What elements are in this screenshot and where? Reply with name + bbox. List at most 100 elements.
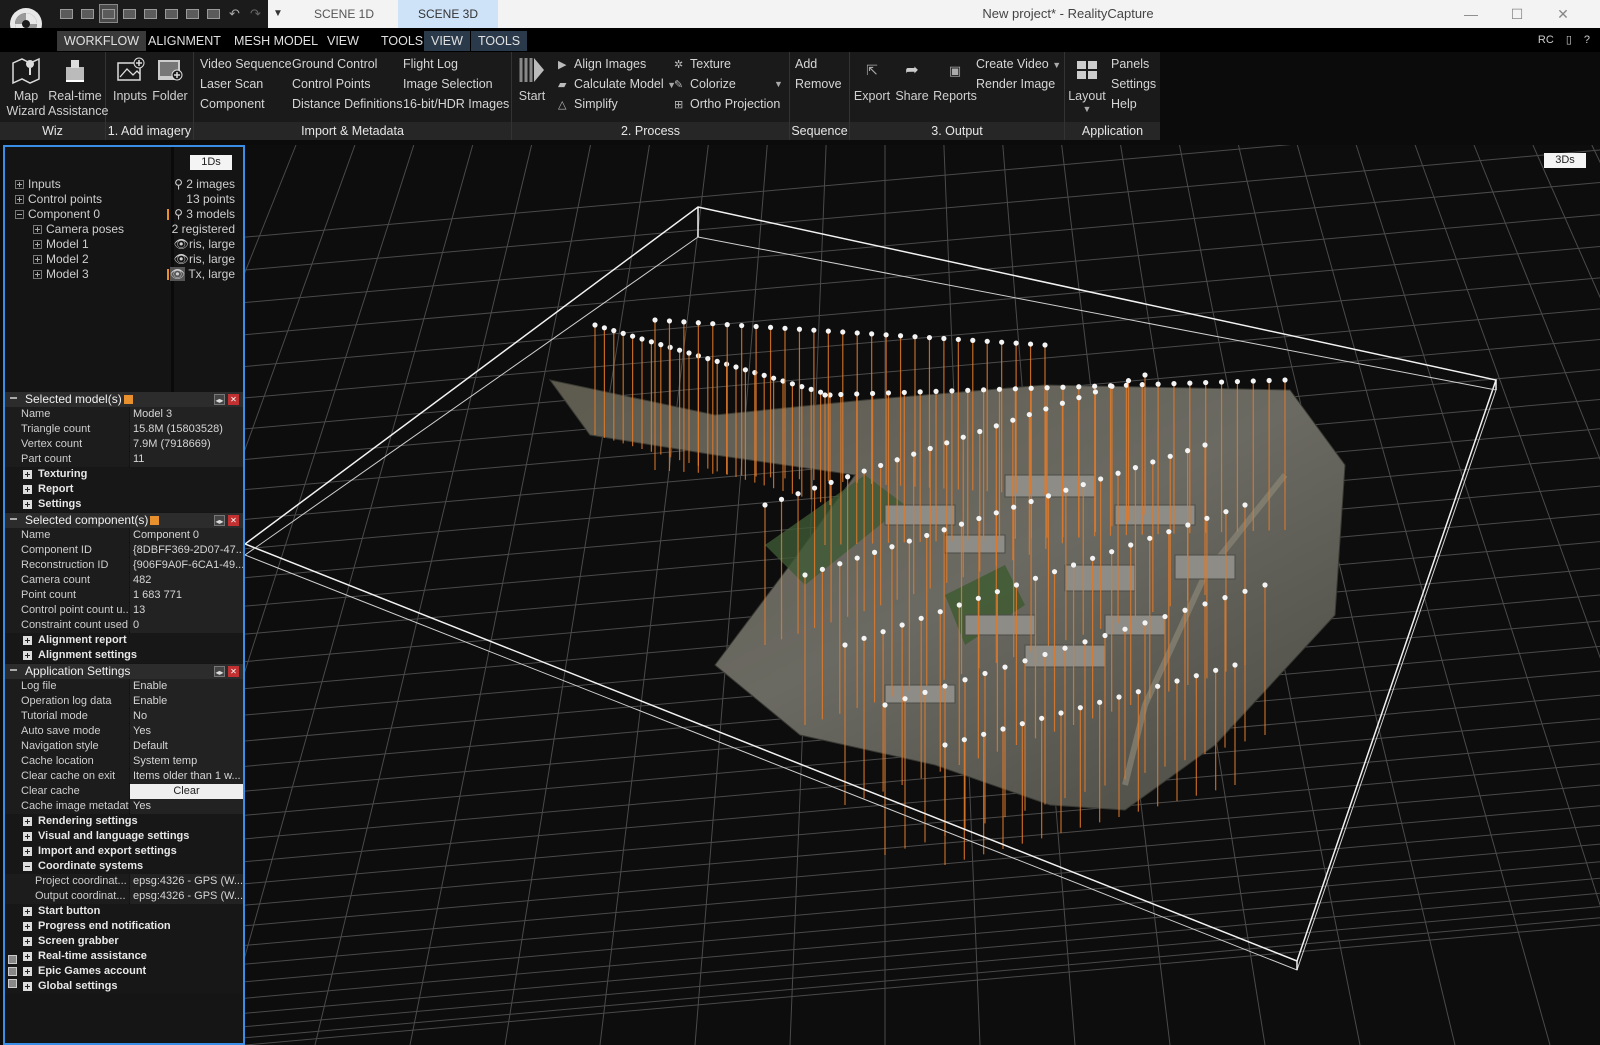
group-global-settings[interactable]: Global settings — [5, 979, 243, 994]
group-visual-language-settings[interactable]: Visual and language settings — [5, 829, 243, 844]
ortho-projection-button[interactable]: ⊞ Ortho Projection — [674, 96, 780, 113]
selected-components-header[interactable]: Selected component(s) ◂▸ ✕ — [5, 513, 243, 528]
laser-scan-button[interactable]: Laser Scan — [200, 76, 263, 92]
simplify-button[interactable]: △ Simplify — [558, 96, 618, 113]
help-icon[interactable]: ? — [1584, 31, 1590, 49]
layout-4-icon[interactable] — [121, 5, 138, 22]
tree-row-model-2[interactable]: Model 2 👁ris, large — [5, 252, 243, 267]
expand-all-icon[interactable] — [8, 955, 17, 964]
settings-button[interactable]: Settings — [1111, 76, 1156, 92]
tree-row-inputs[interactable]: Inputs ⚲ 2 images — [5, 177, 243, 192]
prop-value[interactable]: 1 683 771 — [130, 588, 243, 603]
layout-5-icon[interactable] — [142, 5, 159, 22]
menu-view[interactable]: VIEW — [320, 31, 366, 51]
collapse-icon[interactable] — [15, 210, 24, 219]
prop-value[interactable]: Component 0 — [130, 528, 243, 543]
scene-3d-viewport[interactable]: 3Ds — [245, 145, 1600, 1045]
colorize-button[interactable]: ✎ Colorize — [674, 76, 736, 93]
tab-scene-1d[interactable]: SCENE 1D — [294, 0, 394, 28]
maximize-icon[interactable]: ☐ — [1494, 0, 1540, 28]
expand-icon[interactable] — [23, 907, 32, 916]
menu-context-view[interactable]: VIEW — [424, 31, 470, 51]
tree-row-control-points[interactable]: Control points 13 points — [5, 192, 243, 207]
view-toggle-3ds[interactable]: 3Ds — [1544, 153, 1586, 168]
tree-row-camera-poses[interactable]: Camera poses 2 registered — [5, 222, 243, 237]
realtime-assistance-button[interactable]: Real-time Assistance — [48, 54, 108, 119]
map-wizard-button[interactable]: Map Wizard — [4, 54, 48, 119]
group-screen-grabber[interactable]: Screen grabber — [5, 934, 243, 949]
menu-alignment[interactable]: ALIGNMENT — [141, 31, 228, 51]
expand-icon[interactable] — [23, 651, 32, 660]
prop-value[interactable]: 482 — [130, 573, 243, 588]
colorize-dropdown-icon[interactable]: ▼ — [774, 76, 783, 92]
undo-icon[interactable]: ↶ — [226, 5, 243, 22]
application-settings-header[interactable]: Application Settings ◂▸ ✕ — [5, 664, 243, 679]
menu-workflow[interactable]: WORKFLOW — [57, 31, 146, 51]
close-icon[interactable]: ✕ — [228, 515, 239, 526]
dock-icon[interactable]: ◂▸ — [214, 394, 225, 405]
prop-value[interactable]: Items older than 1 w... — [130, 769, 243, 784]
group-alignment-settings[interactable]: Alignment settings — [5, 648, 243, 663]
group-import-export-settings[interactable]: Import and export settings — [5, 844, 243, 859]
control-points-button[interactable]: Control Points — [292, 76, 371, 92]
group-epic-games-account[interactable]: Epic Games account — [5, 964, 243, 979]
prop-value[interactable]: Enable — [130, 679, 243, 694]
flight-log-button[interactable]: Flight Log — [403, 56, 458, 72]
sequence-remove-button[interactable]: Remove — [795, 76, 842, 92]
texture-button[interactable]: ✲ Texture — [674, 56, 731, 73]
group-texturing[interactable]: Texturing — [5, 467, 243, 482]
prop-value[interactable]: 11 — [130, 452, 243, 467]
selected-models-header[interactable]: Selected model(s) ◂▸ ✕ — [5, 392, 243, 407]
expand-icon[interactable] — [33, 270, 42, 279]
layout-7-icon[interactable] — [184, 5, 201, 22]
video-sequence-button[interactable]: Video Sequence — [200, 56, 292, 72]
prop-value[interactable]: epsg:4326 - GPS (W... — [130, 889, 243, 904]
sequence-add-button[interactable]: Add — [795, 56, 817, 72]
prop-value[interactable]: {8DBFF369-2D07-47... — [130, 543, 243, 558]
minimize-icon[interactable]: — — [1448, 0, 1494, 28]
create-video-button[interactable]: Create Video ▼ — [976, 56, 1061, 73]
prop-value[interactable]: epsg:4326 - GPS (W... — [130, 874, 243, 889]
close-icon[interactable]: ✕ — [1540, 0, 1586, 28]
tab-scene-3d[interactable]: SCENE 3D — [398, 0, 498, 28]
render-image-button[interactable]: Render Image — [976, 76, 1055, 92]
expand-icon[interactable] — [23, 922, 32, 931]
eye-icon[interactable]: 👁 — [174, 237, 189, 251]
dock-icon[interactable]: ◂▸ — [214, 666, 225, 677]
tree-row-model-3[interactable]: Model 3 👁 Tx, large — [5, 267, 243, 282]
collapse-icon[interactable] — [10, 518, 17, 520]
distance-definitions-button[interactable]: Distance Definitions — [292, 96, 402, 112]
menu-context-tools[interactable]: TOOLS — [471, 31, 528, 51]
align-images-button[interactable]: ▶ Align Images — [558, 56, 646, 73]
group-alignment-report[interactable]: Alignment report — [5, 633, 243, 648]
expand-icon[interactable] — [23, 485, 32, 494]
expand-icon[interactable] — [23, 937, 32, 946]
tab-dropdown-icon[interactable]: ▼ — [268, 0, 288, 28]
expand-icon[interactable] — [23, 832, 32, 841]
layout-3-icon[interactable] — [99, 4, 118, 23]
folder-button[interactable]: Folder — [150, 54, 190, 104]
view-toggle-1ds[interactable]: 1Ds — [190, 155, 232, 170]
group-coordinate-systems[interactable]: Coordinate systems — [5, 859, 243, 874]
share-button[interactable]: ➦ Share — [892, 54, 932, 104]
inputs-button[interactable]: Inputs — [110, 54, 150, 104]
prop-value[interactable]: Yes — [130, 724, 243, 739]
layout-8-icon[interactable] — [205, 5, 222, 22]
collapse-icon[interactable] — [10, 669, 17, 671]
prop-value[interactable]: Enable — [130, 694, 243, 709]
group-realtime-assistance[interactable]: Real-time assistance — [5, 949, 243, 964]
prop-value[interactable]: 7.9M (7918669) — [130, 437, 243, 452]
prop-value[interactable]: Default — [130, 739, 243, 754]
prop-value[interactable]: No — [130, 709, 243, 724]
menu-mesh-model[interactable]: MESH MODEL — [227, 31, 325, 51]
redo-icon[interactable]: ↷ — [247, 5, 264, 22]
expand-icon[interactable] — [23, 817, 32, 826]
layout-6-icon[interactable] — [163, 5, 180, 22]
expand-icon[interactable] — [23, 967, 32, 976]
export-button[interactable]: ⇱ Export — [852, 54, 892, 104]
help-button[interactable]: Help — [1111, 96, 1137, 112]
prop-value[interactable]: 15.8M (15803528) — [130, 422, 243, 437]
expand-icon[interactable] — [23, 470, 32, 479]
pin-icon[interactable] — [123, 395, 133, 405]
dock-icon[interactable]: ◂▸ — [214, 515, 225, 526]
